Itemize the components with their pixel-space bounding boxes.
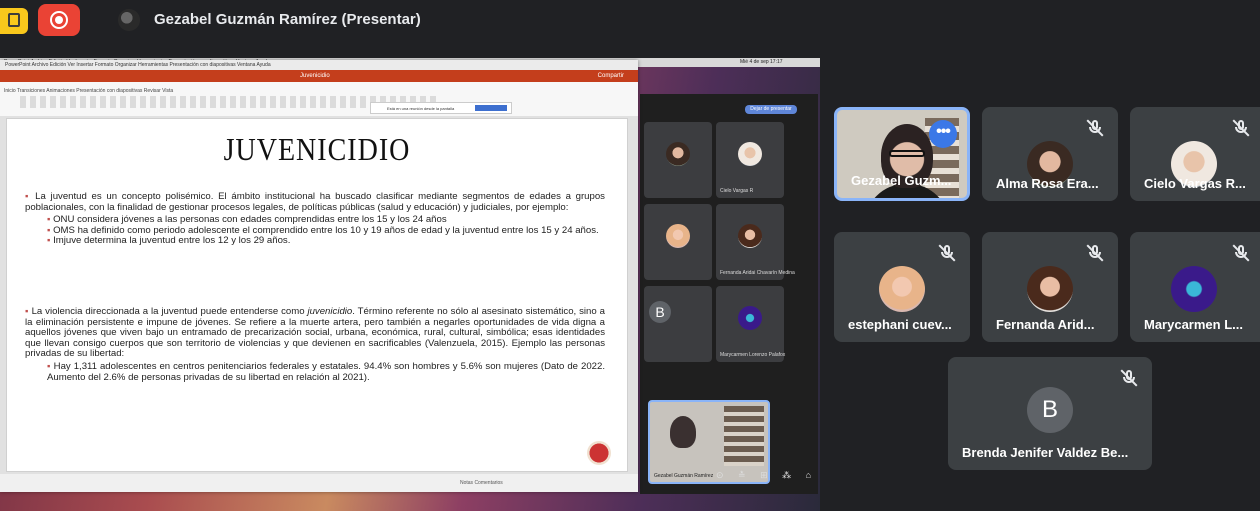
ppt-status-bar: Notas Comentarios [0,474,638,492]
mic-off-icon [1120,369,1138,387]
avatar: B [1027,387,1073,433]
mac-clock: Mié 4 de sep 17:17 [740,59,783,65]
mic-off-icon [1086,119,1104,137]
mic-off-icon [1232,119,1250,137]
participant-tile-alma[interactable]: Alma Rosa Era... [982,107,1118,201]
participant-tile-gezabel[interactable]: ••• Gezabel Guzm... [834,107,970,201]
participant-name: Cielo Vargas R... [1144,176,1246,191]
slide-editor: JUVENICIDIO ▪ La juventud es un concepto… [0,116,638,474]
more-options-icon[interactable]: ••• [929,120,957,148]
ppt-menu: PowerPoint Archivo Edición Ver Insertar … [0,60,638,70]
inner-tile: Cielo Vargas R [716,122,784,198]
shared-screen: PowerPoint Archivo Edición Ver Insertar … [0,58,820,511]
slide-paragraph-2: ▪ La violencia direccionada a la juventu… [25,306,605,383]
mic-off-icon [938,244,956,262]
participant-name: Gezabel Guzm... [851,173,952,188]
inner-meet-panel: Dejar de presentar Cielo Vargas R Fernan… [640,94,818,494]
slide-paragraph-1: ▪ La juventud es un concepto polisémico.… [25,191,605,247]
participant-name: Alma Rosa Era... [996,176,1099,191]
ppt-tabs[interactable]: Inicio Transiciones Animaciones Presenta… [4,88,173,94]
inner-stop-presenting-button[interactable]: Dejar de presentar [745,105,797,114]
stop-sharing-button[interactable] [475,105,507,111]
participant-tile-estephani[interactable]: estephani cuev... [834,232,970,342]
avatar [738,306,762,330]
participant-tile-brenda[interactable]: B Brenda Jenifer Valdez Be... [948,357,1152,470]
avatar [1171,266,1218,312]
avatar [666,224,690,248]
slides-icon[interactable] [0,8,28,34]
ppt-share-button[interactable]: Compartir [598,73,624,79]
avatar [738,142,762,166]
inner-tile: B [644,286,712,362]
stop-presenting-icon[interactable] [38,4,80,36]
mic-off-icon [1086,244,1104,262]
participant-tile-fernanda[interactable]: Fernanda Arid... [982,232,1118,342]
institution-logo [587,441,611,465]
meet-top-bar: Gezabel Guzmán Ramírez (Presentar) [0,0,1260,40]
participant-tile-cielo[interactable]: Cielo Vargas R... [1130,107,1260,201]
participant-tile-marycarmen[interactable]: Marycarmen L... [1130,232,1260,342]
participant-name: Fernanda Arid... [996,317,1095,332]
avatar: B [649,301,671,323]
slide: JUVENICIDIO ▪ La juventud es un concepto… [6,118,628,472]
ppt-ribbon: Inicio Transiciones Animaciones Presenta… [0,82,638,117]
participant-name: Brenda Jenifer Valdez Be... [962,445,1129,460]
presenter-title: Gezabel Guzmán Ramírez (Presentar) [154,11,421,28]
inner-controls: ⊙ ≛ ⊞ ⁂ ⌂ [716,470,818,480]
mic-off-icon [1232,244,1250,262]
inner-tile [644,122,712,198]
inner-tile [644,204,712,280]
participant-name: Marycarmen L... [1144,317,1243,332]
sharing-notification: Está en una reunión desde la pantalla [370,102,512,114]
avatar [879,266,925,312]
inner-tile: Marycarmen Lorenzo Palafox [716,286,785,362]
inner-tile: Fernanda Aridai Chavarín Medina [716,204,795,280]
avatar [738,224,762,248]
slide-title: JUVENICIDIO [223,132,411,169]
presenter-avatar [118,9,140,31]
powerpoint-window: PowerPoint Archivo Edición Ver Insertar … [0,60,638,492]
avatar [1027,266,1073,312]
participant-name: estephani cuev... [848,317,952,332]
ppt-doc-title: Juvenicidio [300,73,330,79]
avatar [666,142,690,166]
ppt-titlebar: Juvenicidio Compartir [0,70,638,82]
